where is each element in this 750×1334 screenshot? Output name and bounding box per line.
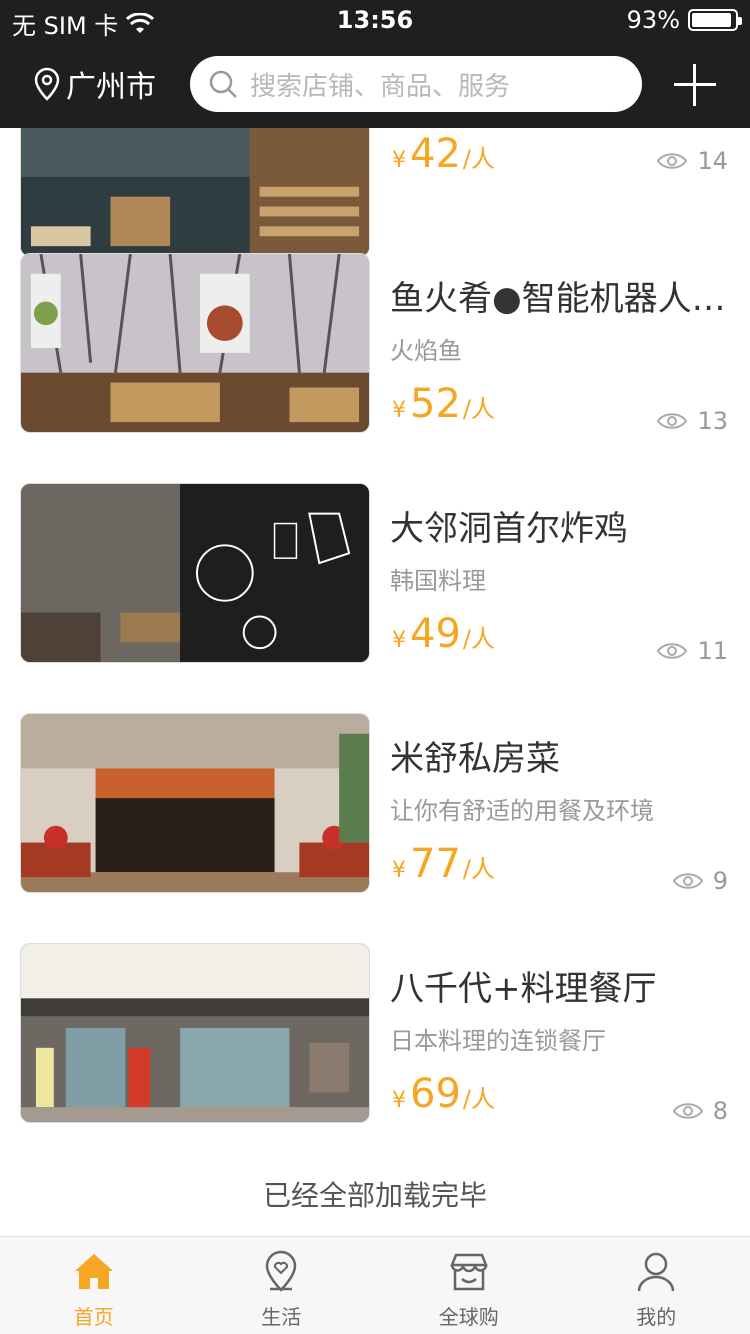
price-currency: ¥ (392, 398, 406, 423)
list-item[interactable]: ¥ 42 /人 14 (0, 128, 750, 257)
view-count-value: 14 (697, 147, 728, 175)
price-value: 69 (410, 1071, 461, 1117)
view-count-value: 11 (697, 637, 728, 665)
price: ¥ 69 /人 (392, 1071, 495, 1117)
price-currency: ¥ (392, 1088, 406, 1113)
eye-icon (657, 153, 688, 169)
battery-icon (688, 9, 742, 31)
restaurant-list: ¥ 42 /人 14 鱼火肴●智能机器人餐厅 火焰鱼 ¥ 52 /人 13 大邻… (0, 128, 750, 1236)
eye-icon (657, 643, 688, 659)
location-heart-icon (265, 1250, 297, 1292)
restaurant-name: 鱼火肴●智能机器人餐厅 (390, 279, 730, 319)
price-currency: ¥ (392, 858, 406, 883)
view-count-value: 8 (712, 1097, 728, 1125)
view-count: 13 (657, 407, 728, 435)
city-label: 广州市 (66, 70, 156, 105)
price-currency: ¥ (392, 148, 406, 173)
price-value: 49 (410, 611, 461, 657)
status-right: 93% (626, 6, 742, 34)
price-unit: /人 (462, 855, 495, 883)
eye-icon (672, 1103, 703, 1119)
load-complete-message: 已经全部加载完毕 (262, 1179, 487, 1212)
list-item[interactable]: 米舒私房菜 让你有舒适的用餐及环境 ¥ 77 /人 9 (0, 693, 750, 923)
battery-percent: 93% (626, 6, 680, 34)
tab-life[interactable]: 生活 (188, 1237, 376, 1334)
price: ¥ 77 /人 (392, 841, 495, 887)
home-icon (74, 1254, 113, 1289)
tab-global-shopping[interactable]: 全球购 (375, 1237, 563, 1334)
tab-label: 全球购 (438, 1305, 499, 1329)
search-placeholder: 搜索店铺、商品、服务 (250, 71, 511, 102)
tab-label: 首页 (73, 1305, 114, 1329)
user-icon (638, 1252, 675, 1292)
add-button[interactable] (674, 64, 716, 106)
price-unit: /人 (462, 625, 495, 653)
location-pin-icon (34, 67, 60, 101)
price-unit: /人 (462, 145, 495, 173)
price-unit: /人 (462, 1085, 495, 1113)
restaurant-photo (20, 253, 370, 433)
eye-icon (672, 873, 703, 889)
city-selector[interactable]: 广州市 (34, 62, 156, 106)
search-input[interactable]: 搜索店铺、商品、服务 (190, 56, 642, 112)
restaurant-photo (20, 483, 370, 663)
restaurant-desc: 日本料理的连锁餐厅 (390, 1027, 606, 1055)
restaurant-name: 米舒私房菜 (390, 739, 560, 779)
list-item[interactable]: 鱼火肴●智能机器人餐厅 火焰鱼 ¥ 52 /人 13 (0, 233, 750, 463)
restaurant-desc: 火焰鱼 (390, 337, 462, 365)
tab-label: 我的 (636, 1305, 677, 1329)
store-icon (449, 1253, 488, 1291)
price-currency: ¥ (392, 628, 406, 653)
view-count: 9 (672, 867, 728, 895)
restaurant-desc: 让你有舒适的用餐及环境 (390, 797, 654, 825)
price: ¥ 42 /人 (392, 131, 495, 177)
status-bar: 无 SIM 卡 13:56 93% (0, 0, 750, 40)
price: ¥ 49 /人 (392, 611, 495, 657)
tab-mine[interactable]: 我的 (563, 1237, 750, 1334)
restaurant-name: 大邻洞首尔炸鸡 (390, 509, 628, 549)
view-count: 11 (657, 637, 728, 665)
price-value: 42 (410, 131, 461, 177)
top-navbar: 广州市 搜索店铺、商品、服务 (0, 40, 750, 128)
bottom-tab-bar: 首页 生活 全球购 我的 (0, 1236, 750, 1334)
price-unit: /人 (462, 395, 495, 423)
price-value: 52 (410, 381, 461, 427)
restaurant-desc: 韩国料理 (390, 567, 486, 595)
tab-home[interactable]: 首页 (0, 1237, 188, 1334)
restaurant-photo (20, 943, 370, 1123)
eye-icon (657, 413, 688, 429)
tab-label: 生活 (261, 1305, 302, 1329)
list-item[interactable]: 大邻洞首尔炸鸡 韩国料理 ¥ 49 /人 11 (0, 463, 750, 693)
restaurant-photo (20, 713, 370, 893)
price-value: 77 (410, 841, 461, 887)
restaurant-name: 八千代+料理餐厅 (390, 969, 657, 1009)
search-icon (209, 70, 237, 98)
list-item[interactable]: 八千代+料理餐厅 日本料理的连锁餐厅 ¥ 69 /人 8 (0, 923, 750, 1153)
view-count-value: 13 (697, 407, 728, 435)
view-count: 14 (657, 147, 728, 175)
view-count-value: 9 (712, 867, 728, 895)
battery-fill (692, 13, 731, 27)
view-count: 8 (672, 1097, 728, 1125)
price: ¥ 52 /人 (392, 381, 495, 427)
